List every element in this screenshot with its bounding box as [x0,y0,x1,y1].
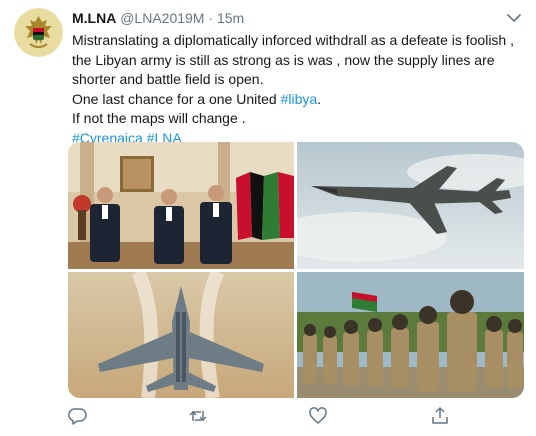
media-grid [68,142,524,398]
tweet-line-2-end: . [317,90,322,107]
author-display-name[interactable]: M.LNA [72,10,116,26]
media-photo-soldiers[interactable] [297,272,524,398]
author-handle[interactable]: @LNA2019M [120,10,204,26]
media-photo-officials[interactable] [68,142,294,269]
media-photo-jet-underside[interactable] [68,272,294,398]
tweet[interactable]: M.LNA @LNA2019M · 15m Mistranslating a d… [0,0,536,436]
like-icon [309,407,327,424]
share-button[interactable] [430,406,450,426]
tweet-text: Mistranslating a diplomatically inforced… [72,31,527,148]
retweet-button[interactable] [188,406,208,426]
media-photo-jet-flight[interactable] [297,142,524,269]
reply-icon [68,408,87,425]
header-separator: · [208,10,214,26]
tweet-header: M.LNA @LNA2019M · 15m [72,9,244,27]
chevron-down-icon [507,14,521,22]
like-button[interactable] [308,406,328,426]
more-options-button[interactable] [504,8,524,28]
avatar[interactable] [14,8,63,57]
officials-meeting-photo [68,142,294,269]
tweet-paragraph-1: Mistranslating a diplomatically inforced… [72,32,514,87]
tweet-timestamp[interactable]: 15m [217,10,244,26]
retweet-icon [189,410,207,422]
fighter-jet-in-flight-photo [297,142,524,269]
soldiers-in-formation-photo [297,272,524,398]
libyan-eagle-emblem-icon [14,8,63,57]
fighter-jet-underside-photo [68,272,294,398]
hashtag-libya-link[interactable]: #libya [281,91,318,107]
reply-button[interactable] [68,406,88,426]
tweet-line-3: If not the maps will change . [72,110,246,126]
tweet-line-2: One last chance for a one United #libya. [72,90,527,110]
tweet-line-2-text: One last chance for a one United [72,90,281,107]
tweet-actions [68,406,524,426]
share-icon [432,406,448,424]
